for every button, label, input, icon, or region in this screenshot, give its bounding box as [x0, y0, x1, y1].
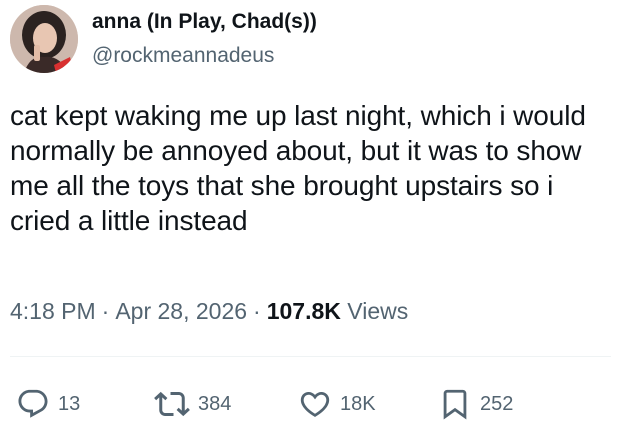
- tweet-time[interactable]: 4:18 PM: [10, 298, 96, 324]
- tweet-meta: 4:18 PM · Apr 28, 2026 · 107.8K Views: [10, 298, 408, 325]
- reply-count: 13: [58, 392, 81, 415]
- divider: [10, 356, 611, 357]
- like-count: 18K: [340, 392, 376, 415]
- tweet-text: cat kept waking me up last night, which …: [10, 100, 586, 236]
- views-count: 107.8K: [266, 298, 341, 324]
- reply-button[interactable]: 13: [16, 384, 80, 424]
- display-name[interactable]: anna (In Play, Chad(s)): [92, 10, 317, 34]
- bookmark-icon: [443, 389, 467, 420]
- reply-icon: [18, 389, 48, 418]
- like-button[interactable]: 18K: [298, 384, 376, 424]
- retweet-button[interactable]: 384: [154, 384, 231, 424]
- avatar[interactable]: [10, 5, 78, 73]
- bookmark-count: 252: [480, 392, 514, 415]
- tweet-date[interactable]: Apr 28, 2026: [115, 298, 247, 324]
- meta-separator: ·: [101, 298, 110, 324]
- user-handle[interactable]: @rockmeannadeus: [92, 44, 274, 68]
- retweet-count: 384: [198, 392, 232, 415]
- meta-separator: ·: [253, 298, 261, 324]
- profile-photo-icon: [10, 5, 78, 73]
- heart-icon: [300, 391, 330, 417]
- views-label: Views: [347, 298, 409, 324]
- bookmark-button[interactable]: 252: [438, 384, 513, 424]
- retweet-icon: [154, 391, 190, 417]
- action-bar: 13 384 18K 252: [0, 384, 621, 424]
- tweet-card: anna (In Play, Chad(s)) @rockmeannadeus …: [0, 0, 621, 431]
